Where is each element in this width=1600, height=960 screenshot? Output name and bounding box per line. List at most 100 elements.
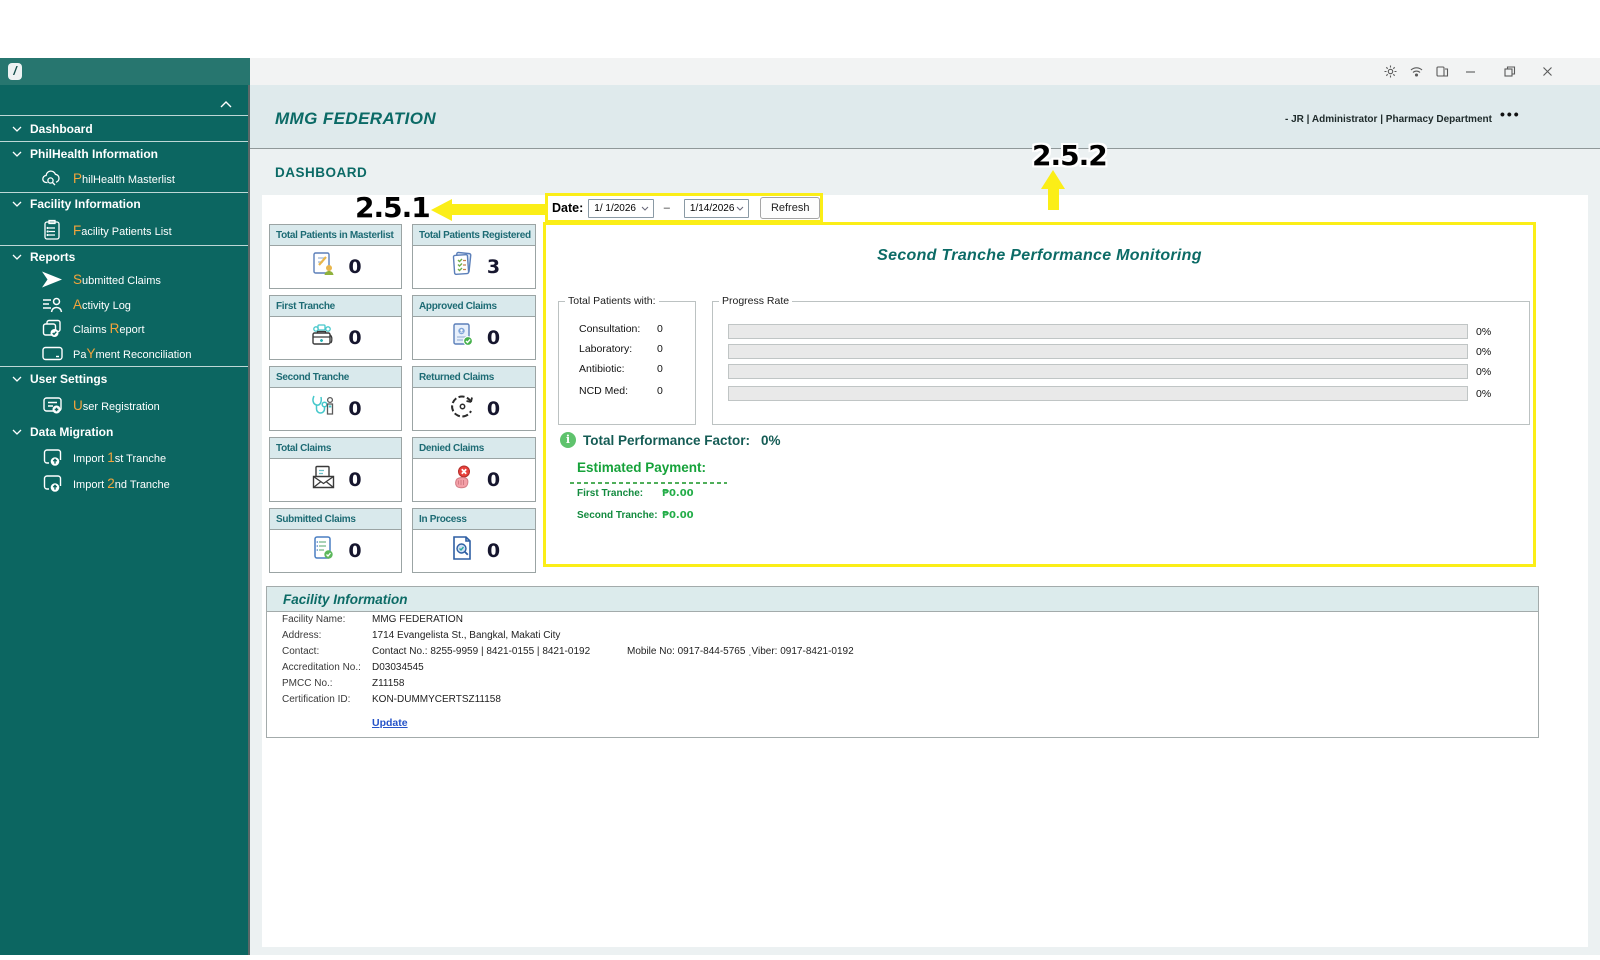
sidebar-item-submitted-claims[interactable]: Submitted Claims [0, 267, 248, 292]
minimize-button[interactable] [1463, 64, 1478, 79]
performance-monitoring-panel: Second Tranche Performance Monitoring To… [543, 222, 1536, 567]
credit-card-icon [40, 342, 64, 366]
stat-cards: Total Patients in Masterlist 0 Total Pat… [269, 224, 536, 573]
sidebar-collapse-button[interactable] [0, 85, 248, 115]
doc-sent-icon [309, 534, 338, 568]
doc-person-icon [309, 250, 338, 284]
sidebar-section-philhealth[interactable]: PhilHealth Information [0, 142, 248, 165]
chevron-down-icon [12, 254, 22, 260]
progress-bar-ncd-med [728, 386, 1468, 401]
window-switch-icon[interactable] [1435, 64, 1450, 79]
refresh-button[interactable]: Refresh [760, 197, 820, 219]
denied-hand-icon [448, 463, 477, 497]
titlebar-brand-strip: / [0, 58, 250, 85]
chevron-down-icon [12, 376, 22, 382]
sidebar-item-label: Activity Log [73, 296, 131, 312]
chevron-down-icon [12, 126, 22, 132]
date-to-picker[interactable]: 1/14/2026 [683, 198, 750, 218]
claims-report-icon [40, 317, 64, 341]
sidebar-item-label: Submitted Claims [73, 272, 161, 287]
estimated-payment-label: Estimated Payment: [577, 460, 707, 475]
medical-kit-icon [309, 321, 338, 355]
facility-row-contact: Contact: Contact No.: 8255-9959 | 8421-01… [282, 646, 854, 657]
page-title: DASHBOARD [275, 165, 368, 180]
annotation-arrow-up [1041, 170, 1065, 189]
cloud-search-icon [40, 167, 64, 191]
first-tranche-payment: First Tranche: ₱0.00 [577, 488, 694, 499]
facility-information-panel: Facility Information Facility Name: MMG F… [266, 586, 1539, 738]
date-filter-group: Date: 1/ 1/2026 – 1/14/2026 Refresh [545, 193, 823, 223]
return-arrow-icon [448, 392, 477, 426]
sidebar-item-claims-report[interactable]: Claims Report [0, 316, 248, 341]
maximize-button[interactable] [1502, 64, 1517, 79]
patients-row-antibiotic: Antibiotic: 0 [579, 363, 663, 375]
sidebar: Dashboard PhilHealth Information PhilHea… [0, 85, 250, 955]
card-total-patients-masterlist: Total Patients in Masterlist 0 [269, 224, 402, 289]
close-button[interactable] [1540, 64, 1555, 79]
date-range-dash: – [663, 202, 670, 214]
card-second-tranche: Second Tranche 0 [269, 366, 402, 431]
date-from-picker[interactable]: 1/ 1/2026 [588, 198, 654, 218]
chevron-down-icon [641, 203, 649, 214]
sidebar-item-label: PaYment Reconciliation [73, 346, 192, 361]
sidebar-item-label: Import 1st Tranche [73, 449, 167, 465]
sidebar-section-label: Facility Information [30, 197, 141, 211]
sidebar-section-label: PhilHealth Information [30, 146, 159, 161]
total-performance-factor: i Total Performance Factor: 0% [560, 432, 781, 448]
main-content: MMG FEDERATION - JR | Administrator | Ph… [250, 85, 1600, 955]
facility-row-address: Address: 1714 Evangelista St., Bangkal, M… [282, 630, 561, 641]
card-returned-claims: Returned Claims 0 [412, 366, 536, 431]
titlebar: / [0, 58, 1600, 85]
patients-row-consultation: Consultation: 0 [579, 323, 663, 335]
update-link[interactable]: Update [372, 717, 408, 729]
progress-bar-consultation [728, 324, 1468, 339]
progress-bar-antibiotic [728, 364, 1468, 379]
card-first-tranche: First Tranche 0 [269, 295, 402, 360]
card-denied-claims: Denied Claims 0 [412, 437, 536, 502]
import-icon [40, 471, 64, 495]
wifi-icon[interactable] [1409, 64, 1424, 79]
activity-log-icon [40, 292, 64, 316]
chevron-down-icon [736, 203, 744, 214]
card-in-process: In Process 0 [412, 508, 536, 573]
second-tranche-payment: Second Tranche: ₱0.00 [577, 510, 694, 521]
overflow-menu-button[interactable]: ••• [1500, 106, 1521, 122]
stethoscope-icon [309, 392, 338, 426]
annotation-2-5-2: 2.5.2 [1032, 139, 1108, 172]
sidebar-section-reports[interactable]: Reports [0, 246, 248, 267]
dashboard-panel: 2.5.1 Date: 1/ 1/2026 – 1/14/2026 Refres… [262, 191, 1588, 947]
sidebar-item-payment-reconciliation[interactable]: PaYment Reconciliation [0, 341, 248, 366]
facility-row-accreditation: Accreditation No.: D03034545 [282, 662, 424, 673]
sidebar-section-label: User Settings [30, 372, 108, 386]
chevron-down-icon [12, 151, 22, 157]
sidebar-item-user-registration[interactable]: User Registration [0, 391, 248, 419]
docs-check-icon [448, 250, 477, 284]
settings-icon[interactable] [1383, 64, 1398, 79]
info-icon: i [560, 432, 576, 448]
user-card-plus-icon [40, 393, 64, 417]
sidebar-section-data-migration[interactable]: Data Migration [0, 419, 248, 444]
annotation-arrow-left [431, 199, 452, 221]
app-logo-icon: / [8, 63, 22, 80]
sidebar-item-facility-patients-list[interactable]: Facility Patients List [0, 215, 248, 245]
sidebar-item-activity-log[interactable]: Activity Log [0, 292, 248, 316]
sidebar-section-label: Data Migration [30, 424, 114, 439]
progress-bar-laboratory [728, 344, 1468, 359]
sidebar-item-dashboard[interactable]: Dashboard [0, 116, 248, 141]
dashed-underline [570, 482, 727, 484]
patients-row-laboratory: Laboratory: 0 [579, 343, 663, 355]
sidebar-item-philhealth-masterlist[interactable]: PhilHealth Masterlist [0, 165, 248, 192]
sidebar-item-import-2nd-tranche[interactable]: Import 2nd Tranche [0, 470, 248, 496]
patients-row-ncd-med: NCD Med: 0 [579, 385, 663, 397]
card-approved-claims: Approved Claims 0 [412, 295, 536, 360]
sidebar-section-facility[interactable]: Facility Information [0, 193, 248, 215]
sidebar-section-user-settings[interactable]: User Settings [0, 367, 248, 391]
progress-rate-groupbox: Progress Rate 0% 0% 0% 0% [712, 295, 1530, 425]
sidebar-item-import-1st-tranche[interactable]: Import 1st Tranche [0, 444, 248, 470]
sidebar-item-label: Import 2nd Tranche [73, 475, 170, 491]
import-icon [40, 445, 64, 469]
sidebar-item-label: Facility Patients List [73, 222, 172, 238]
monitoring-title: Second Tranche Performance Monitoring [877, 247, 1202, 264]
facility-row-pmcc: PMCC No.: Z11158 [282, 678, 405, 689]
card-submitted-claims: Submitted Claims 0 [269, 508, 402, 573]
